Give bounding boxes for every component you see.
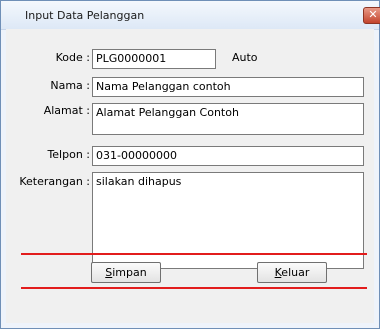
simpan-button[interactable]: Simpan	[91, 262, 161, 283]
bottom-divider	[21, 287, 367, 289]
dialog-window: Input Data Pelanggan ✕ Kode : PLG0000001…	[0, 0, 380, 329]
kode-label: Kode :	[55, 51, 90, 64]
close-button[interactable]: ✕	[363, 7, 380, 24]
nama-label: Nama :	[50, 79, 90, 92]
alamat-label: Alamat :	[43, 104, 90, 117]
keluar-button[interactable]: Keluar	[257, 262, 327, 283]
title-bar[interactable]: Input Data Pelanggan ✕	[1, 1, 380, 30]
top-divider	[21, 253, 367, 255]
nama-input[interactable]: Nama Pelanggan contoh	[92, 77, 364, 97]
telpon-label: Telpon :	[47, 148, 90, 161]
alamat-textarea[interactable]: Alamat Pelanggan Contoh	[92, 103, 364, 135]
kode-input[interactable]: PLG0000001	[92, 49, 216, 69]
simpan-label-rest: impan	[112, 266, 147, 279]
telpon-input[interactable]: 031-00000000	[92, 146, 364, 166]
keterangan-label: Keterangan :	[19, 175, 90, 188]
window-title: Input Data Pelanggan	[25, 9, 145, 22]
close-icon: ✕	[368, 8, 378, 21]
kode-auto-hint: Auto	[232, 51, 258, 64]
keluar-label-rest: eluar	[281, 266, 310, 279]
